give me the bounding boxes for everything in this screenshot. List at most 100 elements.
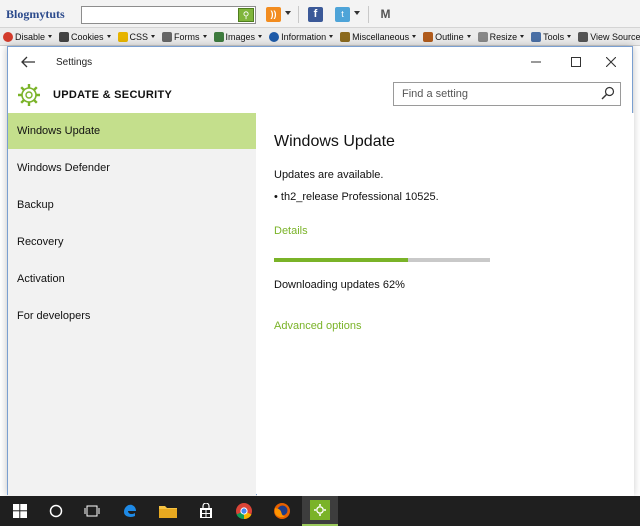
css-icon xyxy=(117,31,128,42)
search-icon[interactable] xyxy=(601,86,615,100)
devbar-label: Resize xyxy=(489,31,518,42)
sidebar-item-label: Activation xyxy=(17,273,65,285)
dropdown-caret-icon xyxy=(258,35,263,38)
devbar-label: Outline xyxy=(435,31,464,42)
store-button[interactable] xyxy=(188,496,224,526)
rss-dropdown-icon[interactable] xyxy=(285,11,291,15)
facebook-icon[interactable]: f xyxy=(308,7,323,22)
devbar-outline[interactable]: Outline xyxy=(423,31,471,42)
sidebar-item-label: Windows Update xyxy=(17,125,101,137)
dropdown-caret-icon xyxy=(106,35,111,38)
devbar-resize[interactable]: Resize xyxy=(477,31,525,42)
section-title: UPDATE & SECURITY xyxy=(53,89,173,101)
browser-toolbar: Blogmytuts ⚲ )) f t M xyxy=(0,0,640,28)
disable-icon xyxy=(3,31,13,42)
devbar-label: Tools xyxy=(543,31,565,42)
toolbar-separator xyxy=(368,6,369,23)
settings-icon xyxy=(310,500,330,520)
updates-available-text: Updates are available. xyxy=(274,169,384,181)
devbar-label: Forms xyxy=(174,31,200,42)
firefox-icon xyxy=(274,503,290,519)
windows-start-icon xyxy=(13,504,27,518)
edge-icon xyxy=(124,504,136,517)
maximize-icon[interactable] xyxy=(566,53,586,73)
settings-sidebar: Windows Update Windows Defender Backup R… xyxy=(8,113,256,496)
devbar-view-source[interactable]: View Source xyxy=(578,31,640,42)
minimize-icon[interactable] xyxy=(526,53,546,73)
sidebar-item-label: For developers xyxy=(17,310,91,322)
search-placeholder: Find a setting xyxy=(402,88,469,100)
rss-icon[interactable]: )) xyxy=(266,7,281,22)
window-titlebar: Settings xyxy=(8,47,632,79)
devbar-label: CSS xyxy=(129,31,149,42)
sidebar-item-windows-update[interactable]: Windows Update xyxy=(8,113,256,149)
back-arrow-icon[interactable] xyxy=(20,55,38,71)
devbar-css[interactable]: CSS xyxy=(117,31,156,42)
sidebar-item-label: Windows Defender xyxy=(17,162,110,174)
chrome-button[interactable] xyxy=(226,496,262,526)
taskbar xyxy=(0,496,640,526)
devbar-label: Images xyxy=(225,31,256,42)
close-icon[interactable] xyxy=(601,53,621,73)
file-explorer-icon xyxy=(159,506,177,518)
details-link[interactable]: Details xyxy=(274,225,308,237)
download-progress-fill xyxy=(274,258,408,262)
devbar-label: Disable xyxy=(15,31,46,42)
devbar-disable[interactable]: Disable xyxy=(3,31,53,42)
firefox-button[interactable] xyxy=(264,496,300,526)
devbar-label: View Source xyxy=(590,31,640,42)
file-explorer-button[interactable] xyxy=(150,496,186,526)
cortana-icon xyxy=(49,504,63,518)
tools-icon xyxy=(531,31,542,42)
devbar-forms[interactable]: Forms xyxy=(162,31,207,42)
twitter-dropdown-icon[interactable] xyxy=(354,11,360,15)
devbar-miscellaneous[interactable]: Miscellaneous xyxy=(340,31,417,42)
view-source-icon xyxy=(578,31,589,42)
images-icon xyxy=(213,31,224,42)
sidebar-item-activation[interactable]: Activation xyxy=(8,261,256,297)
window-title: Settings xyxy=(56,57,93,68)
cookies-icon xyxy=(59,31,70,42)
devbar-tools[interactable]: Tools xyxy=(531,31,572,42)
dropdown-caret-icon xyxy=(329,35,334,38)
dropdown-caret-icon xyxy=(412,35,417,38)
dropdown-caret-icon xyxy=(202,35,207,38)
devbar-cookies[interactable]: Cookies xyxy=(59,31,111,42)
devbar-images[interactable]: Images xyxy=(213,31,263,42)
devbar-label: Miscellaneous xyxy=(352,31,410,42)
settings-taskbar-button[interactable] xyxy=(302,496,338,526)
windows-start-button[interactable] xyxy=(2,496,38,526)
chrome-icon xyxy=(236,503,252,520)
dropdown-caret-icon xyxy=(567,35,572,38)
browser-brand: Blogmytuts xyxy=(6,7,65,21)
windows-update-panel: Windows Update Updates are available. • … xyxy=(257,113,634,496)
outline-icon xyxy=(423,31,434,42)
dropdown-caret-icon xyxy=(520,35,525,38)
mail-icon[interactable]: M xyxy=(378,7,393,22)
resize-icon xyxy=(477,31,488,42)
search-go-icon[interactable]: ⚲ xyxy=(238,8,254,22)
find-setting-input[interactable]: Find a setting xyxy=(393,82,621,106)
information-icon xyxy=(269,31,280,42)
dropdown-caret-icon xyxy=(151,35,156,38)
browser-search-input[interactable]: ⚲ xyxy=(81,6,256,24)
developer-toolbar: Disable Cookies CSS Forms Images Informa… xyxy=(0,28,640,46)
cortana-button[interactable] xyxy=(38,496,74,526)
sidebar-item-for-developers[interactable]: For developers xyxy=(8,298,256,334)
sidebar-item-windows-defender[interactable]: Windows Defender xyxy=(8,150,256,186)
edge-button[interactable] xyxy=(112,496,148,526)
devbar-information[interactable]: Information xyxy=(269,31,334,42)
store-icon xyxy=(200,503,212,518)
task-view-button[interactable] xyxy=(74,496,110,526)
forms-icon xyxy=(162,31,173,42)
sidebar-item-label: Recovery xyxy=(17,236,64,248)
sidebar-item-recovery[interactable]: Recovery xyxy=(8,224,256,260)
devbar-label: Cookies xyxy=(71,31,104,42)
advanced-options-link[interactable]: Advanced options xyxy=(274,320,361,332)
settings-window: Settings UPDATE & SECURITY Find a settin… xyxy=(7,46,634,496)
gear-icon xyxy=(17,83,41,107)
twitter-icon[interactable]: t xyxy=(335,7,350,22)
sidebar-item-backup[interactable]: Backup xyxy=(8,187,256,223)
devbar-label: Information xyxy=(281,31,327,42)
dropdown-caret-icon xyxy=(466,35,471,38)
